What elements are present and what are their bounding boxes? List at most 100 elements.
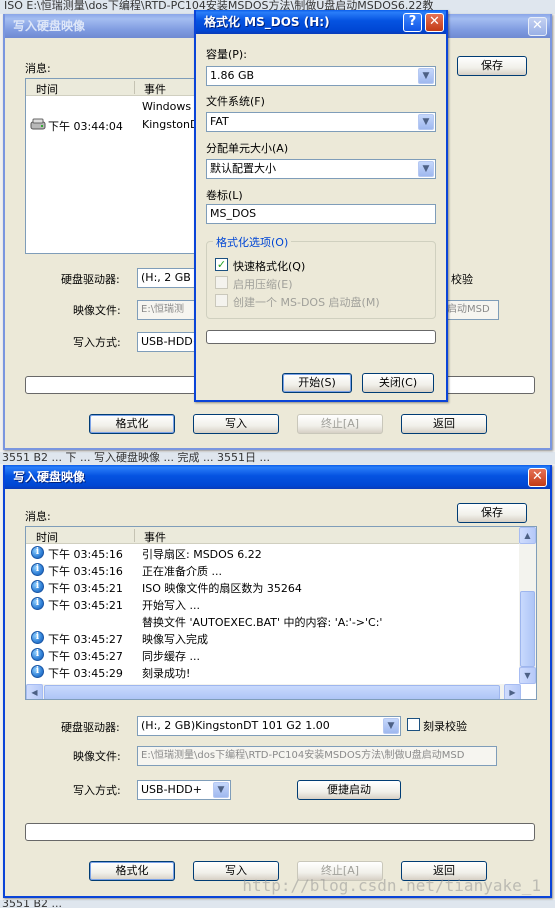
watermark: http://blog.csdn.net/tianyake_1 [242, 876, 541, 895]
close-icon[interactable]: ✕ [425, 13, 444, 32]
list-item: Windows X [26, 99, 204, 116]
message-list[interactable]: 时间 事件 i 下午 03:45:16 引导扇区: MSDOS 6.22 i 下午 03… [25, 526, 537, 700]
list-item: i 下午 03:45:21 开始写入 ... [26, 596, 520, 613]
quick-boot-button[interactable]: 便捷启动 [297, 780, 401, 800]
filesystem-label: 文件系统(F) [206, 95, 265, 108]
quick-format-checkbox[interactable]: ✓ [215, 258, 228, 271]
image-file-label: 映像文件: [73, 750, 121, 763]
chevron-down-icon[interactable]: ▼ [213, 782, 229, 798]
info-icon: i [31, 597, 44, 610]
write-method-label: 写入方式: [73, 784, 121, 797]
filesystem-select[interactable]: FAT ▼ [206, 112, 436, 132]
chevron-down-icon[interactable]: ▼ [418, 114, 434, 130]
scroll-thumb-horizontal[interactable] [44, 685, 500, 699]
list-item: i 下午 03:45:27 同步缓存 ... [26, 647, 520, 664]
volume-label: 卷标(L) [206, 189, 243, 202]
list-header: 时间 事件 [26, 527, 519, 544]
close-dialog-button[interactable]: 关闭(C) [362, 373, 434, 393]
image-file-field-tail: 启动MSD [443, 300, 499, 320]
save-button[interactable]: 保存 [457, 503, 527, 523]
message-list[interactable]: 时间 事件 Windows X 下午 03:44:04 KingstonD [25, 78, 205, 254]
chevron-down-icon[interactable]: ▼ [418, 68, 434, 84]
compress-checkbox[interactable] [215, 276, 228, 289]
list-item: 替换文件 'AUTOEXEC.BAT' 中的内容: 'A:'->'C:' [26, 613, 520, 630]
image-file-field[interactable]: E:\恒瑞测 [137, 300, 197, 320]
row-time: 下午 03:45:27 [48, 633, 123, 646]
row-time: 下午 03:45:16 [48, 548, 123, 561]
image-file-label: 映像文件: [73, 304, 121, 317]
save-button[interactable]: 保存 [457, 56, 527, 76]
close-icon[interactable]: ✕ [528, 468, 547, 487]
info-icon: i [31, 580, 44, 593]
format-progress-bar [206, 330, 436, 344]
write-method-select[interactable]: USB-HDD+ ▼ [137, 780, 231, 800]
capacity-label: 容量(P): [206, 48, 247, 61]
row-event: KingstonD [142, 118, 199, 131]
row-time: 下午 03:44:04 [48, 120, 123, 133]
row-event: 刻录成功! [142, 667, 191, 680]
row-time: 下午 03:45:21 [48, 599, 123, 612]
row-time: 下午 03:45:27 [48, 650, 123, 663]
stop-button[interactable]: 终止[A] [297, 414, 383, 434]
start-button[interactable]: 开始(S) [282, 373, 352, 393]
list-item: i 下午 03:45:29 刻录成功! [26, 664, 520, 681]
vertical-scrollbar[interactable]: ▲ ▼ [519, 527, 536, 684]
scroll-up-icon[interactable]: ▲ [519, 527, 536, 544]
volume-input[interactable]: MS_DOS [206, 204, 436, 224]
column-event: 事件 [144, 83, 166, 96]
drive-select[interactable]: (H:, 2 GB [137, 268, 197, 288]
format-button[interactable]: 格式化 [89, 414, 175, 434]
write-image-window-bottom: 写入硬盘映像 ✕ 消息: 保存 时间 事件 i 下午 03:45:16 引导扇区: … [3, 465, 552, 898]
row-event: 引导扇区: MSDOS 6.22 [142, 548, 262, 561]
info-icon: i [31, 546, 44, 559]
drive-select[interactable]: (H:, 2 GB)KingstonDT 101 G2 1.00 ▼ [137, 716, 401, 736]
column-time: 时间 [36, 531, 58, 544]
write-method-select[interactable]: USB-HDD+ [137, 332, 197, 352]
help-icon[interactable]: ? [403, 13, 422, 32]
row-event: 开始写入 ... [142, 599, 200, 612]
row-event: 正在准备介质 ... [142, 565, 222, 578]
close-icon[interactable]: ✕ [528, 17, 547, 36]
image-file-field[interactable]: E:\恒瑞测量\dos下编程\RTD-PC104安装MSDOS方法\制做U盘启动… [137, 746, 497, 766]
info-icon: i [31, 563, 44, 576]
msdos-boot-checkbox[interactable] [215, 294, 228, 307]
quick-format-label: 快速格式化(Q) [233, 260, 306, 273]
list-item: i 下午 03:45:16 引导扇区: MSDOS 6.22 [26, 545, 520, 562]
messages-label: 消息: [25, 62, 51, 75]
write-button[interactable]: 写入 [193, 414, 279, 434]
chevron-down-icon[interactable]: ▼ [418, 161, 434, 177]
verify-label: 校验 [451, 273, 473, 286]
allocation-select[interactable]: 默认配置大小 ▼ [206, 159, 436, 179]
list-item: i 下午 03:45:16 正在准备介质 ... [26, 562, 520, 579]
messages-label: 消息: [25, 510, 51, 523]
burn-verify-checkbox[interactable] [407, 718, 420, 731]
progress-bar [25, 823, 535, 841]
background-strip-bottom: 3551 B2 ... [0, 900, 555, 908]
horizontal-scrollbar[interactable]: ◀ ▶ [26, 684, 521, 699]
compress-label: 启用压缩(E) [233, 278, 293, 291]
background-strip-middle: 3551 B2 ... 下 ... 写入硬盘映像 ... 完成 ... 3551… [0, 452, 555, 464]
row-time: 下午 03:45:21 [48, 582, 123, 595]
chevron-down-icon[interactable]: ▼ [383, 718, 399, 734]
scroll-right-icon[interactable]: ▶ [504, 684, 521, 699]
capacity-select[interactable]: 1.86 GB ▼ [206, 66, 436, 86]
format-button[interactable]: 格式化 [89, 861, 175, 881]
window-title: 写入硬盘映像 [5, 465, 550, 489]
msdos-boot-label: 创建一个 MS-DOS 启动盘(M) [233, 296, 380, 309]
list-item: i 下午 03:45:21 ISO 映像文件的扇区数为 35264 [26, 579, 520, 596]
row-event: 替换文件 'AUTOEXEC.BAT' 中的内容: 'A:'->'C:' [142, 616, 383, 629]
column-time: 时间 [36, 83, 58, 96]
scroll-down-icon[interactable]: ▼ [519, 667, 536, 684]
burn-verify-label: 刻录校验 [423, 720, 467, 733]
info-icon: i [31, 631, 44, 644]
format-options-group: 格式化选项(O) ✓ 快速格式化(Q) 启用压缩(E) 创建一个 MS-DOS … [206, 234, 436, 319]
allocation-label: 分配单元大小(A) [206, 142, 289, 155]
row-event: ISO 映像文件的扇区数为 35264 [142, 582, 302, 595]
format-options-title: 格式化选项(O) [213, 234, 292, 250]
back-button[interactable]: 返回 [401, 414, 487, 434]
scroll-thumb[interactable] [520, 591, 535, 667]
drive-label: 硬盘驱动器: [61, 273, 120, 286]
format-dialog: 格式化 MS_DOS (H:) ? ✕ 容量(P): 1.86 GB ▼ 文件系统… [194, 10, 448, 402]
scroll-left-icon[interactable]: ◀ [26, 684, 43, 699]
row-event: 映像写入完成 [142, 633, 208, 646]
